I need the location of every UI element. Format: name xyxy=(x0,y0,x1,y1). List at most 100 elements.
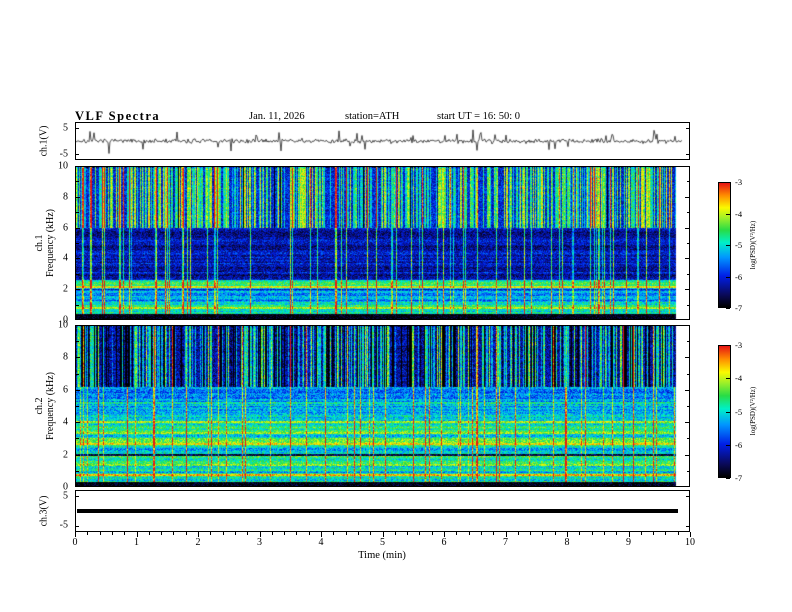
ch3-ytick-neg5: -5 xyxy=(59,519,68,531)
axis-tick xyxy=(640,532,642,535)
axis-tick xyxy=(271,532,273,535)
x-tick-label: 3 xyxy=(257,537,262,548)
ch2-spectrogram-panel xyxy=(75,325,690,487)
axis-tick xyxy=(685,196,689,198)
ch1-spec-ylabel-line2: Frequency (kHz) xyxy=(45,208,56,278)
ch2-spectrogram-ylabel: ch.2 Frequency (kHz) xyxy=(34,372,56,440)
axis-tick xyxy=(76,289,80,291)
colorbar-tick-label: -4 xyxy=(735,373,743,384)
axis-tick xyxy=(686,438,689,440)
axis-tick xyxy=(185,532,187,535)
axis-tick xyxy=(686,406,689,407)
axis-tick xyxy=(76,181,79,183)
axis-tick xyxy=(76,128,79,129)
axis-tick xyxy=(76,273,79,275)
axis-tick xyxy=(308,532,310,535)
axis-tick xyxy=(493,532,495,535)
axis-tick xyxy=(333,532,335,535)
axis-tick xyxy=(357,532,359,535)
colorbar-tick-label: -3 xyxy=(735,340,743,350)
axis-tick xyxy=(76,422,80,424)
axis-tick xyxy=(685,289,689,291)
axis-tick xyxy=(685,454,689,456)
axis-tick xyxy=(616,532,618,535)
axis-tick xyxy=(87,532,89,535)
axis-tick xyxy=(76,304,79,306)
axis-tick xyxy=(210,532,212,535)
ch3-waveform-panel xyxy=(75,490,690,532)
axis-tick xyxy=(686,341,689,343)
axis-tick xyxy=(686,212,689,214)
colorbar-tick-label: -7 xyxy=(735,303,743,313)
axis-tick xyxy=(76,258,80,260)
axis-tick xyxy=(685,357,689,359)
axis-tick xyxy=(75,532,76,537)
axis-tick xyxy=(579,532,581,535)
axis-tick xyxy=(76,227,80,229)
ch1_spec-ytick-label: 2 xyxy=(63,283,68,295)
axis-tick xyxy=(726,276,730,278)
axis-tick xyxy=(76,526,79,527)
axis-tick xyxy=(685,227,689,229)
axis-tick xyxy=(394,532,396,535)
axis-tick xyxy=(726,478,730,479)
date-label: Jan. 11, 2026 xyxy=(249,111,305,122)
colorbar-tick-label: -6 xyxy=(735,271,743,282)
axis-tick xyxy=(685,389,689,391)
x-tick-label: 6 xyxy=(441,537,447,548)
axis-tick xyxy=(76,438,79,440)
ch1-spec-ylabel-line1: ch.1 xyxy=(34,234,45,252)
axis-tick xyxy=(76,389,80,391)
x-tick-label: 1 xyxy=(134,537,139,548)
axis-tick xyxy=(370,532,372,535)
axis-tick xyxy=(259,532,261,537)
axis-tick xyxy=(686,526,689,527)
axis-tick xyxy=(685,422,689,424)
axis-tick xyxy=(530,532,532,535)
axis-tick xyxy=(468,532,470,535)
axis-tick xyxy=(161,532,163,535)
x-tick-label: 7 xyxy=(503,537,508,548)
ch1-ytick-neg5: -5 xyxy=(59,148,68,160)
axis-tick xyxy=(726,378,730,380)
ch2-spec-ylabel-line1: ch.2 xyxy=(34,397,45,415)
axis-tick xyxy=(686,243,689,244)
axis-tick xyxy=(517,532,519,535)
axis-tick xyxy=(686,273,689,275)
x-tick-label: 10 xyxy=(685,537,695,548)
axis-tick xyxy=(234,532,236,535)
axis-tick xyxy=(419,532,421,535)
x-tick-label: 4 xyxy=(318,537,324,548)
x-tick-label: 2 xyxy=(195,537,201,548)
axis-tick xyxy=(726,182,730,183)
axis-tick xyxy=(76,373,79,375)
axis-tick xyxy=(567,532,568,537)
axis-tick xyxy=(456,532,458,535)
ch2_spec-ytick-label: 2 xyxy=(63,449,68,461)
axis-tick xyxy=(198,532,199,537)
axis-tick xyxy=(686,128,689,129)
ch2_spec-ytick-label: 4 xyxy=(63,416,68,428)
axis-tick xyxy=(382,532,384,537)
colorbar-tick-label: -5 xyxy=(735,406,743,417)
ch1-spectrogram-canvas xyxy=(76,167,689,319)
axis-tick xyxy=(726,345,730,346)
vlf-spectra-figure: VLF Spectra Jan. 11, 2026 station=ATH st… xyxy=(0,0,792,612)
axis-tick xyxy=(726,213,730,215)
axis-tick xyxy=(480,532,482,535)
axis-tick xyxy=(686,304,689,306)
ch1-waveform-canvas xyxy=(76,123,689,159)
axis-tick xyxy=(99,532,101,535)
axis-tick xyxy=(148,532,150,535)
axis-tick xyxy=(76,154,79,155)
x-tick-label: 9 xyxy=(626,537,631,548)
ch2-colorbar-unit-label: log(PSD)(V²/Hz) xyxy=(749,386,757,436)
ch1-colorbar-unit-label: log(PSD)(V²/Hz) xyxy=(749,220,757,270)
axis-tick xyxy=(111,532,113,535)
ch2-spectrogram-canvas xyxy=(76,326,689,486)
x-tick-label: 0 xyxy=(72,537,78,548)
ch1_spec-ytick-label: 10 xyxy=(58,160,68,172)
axis-tick xyxy=(321,532,322,537)
axis-tick xyxy=(247,532,249,535)
axis-tick xyxy=(665,532,667,535)
